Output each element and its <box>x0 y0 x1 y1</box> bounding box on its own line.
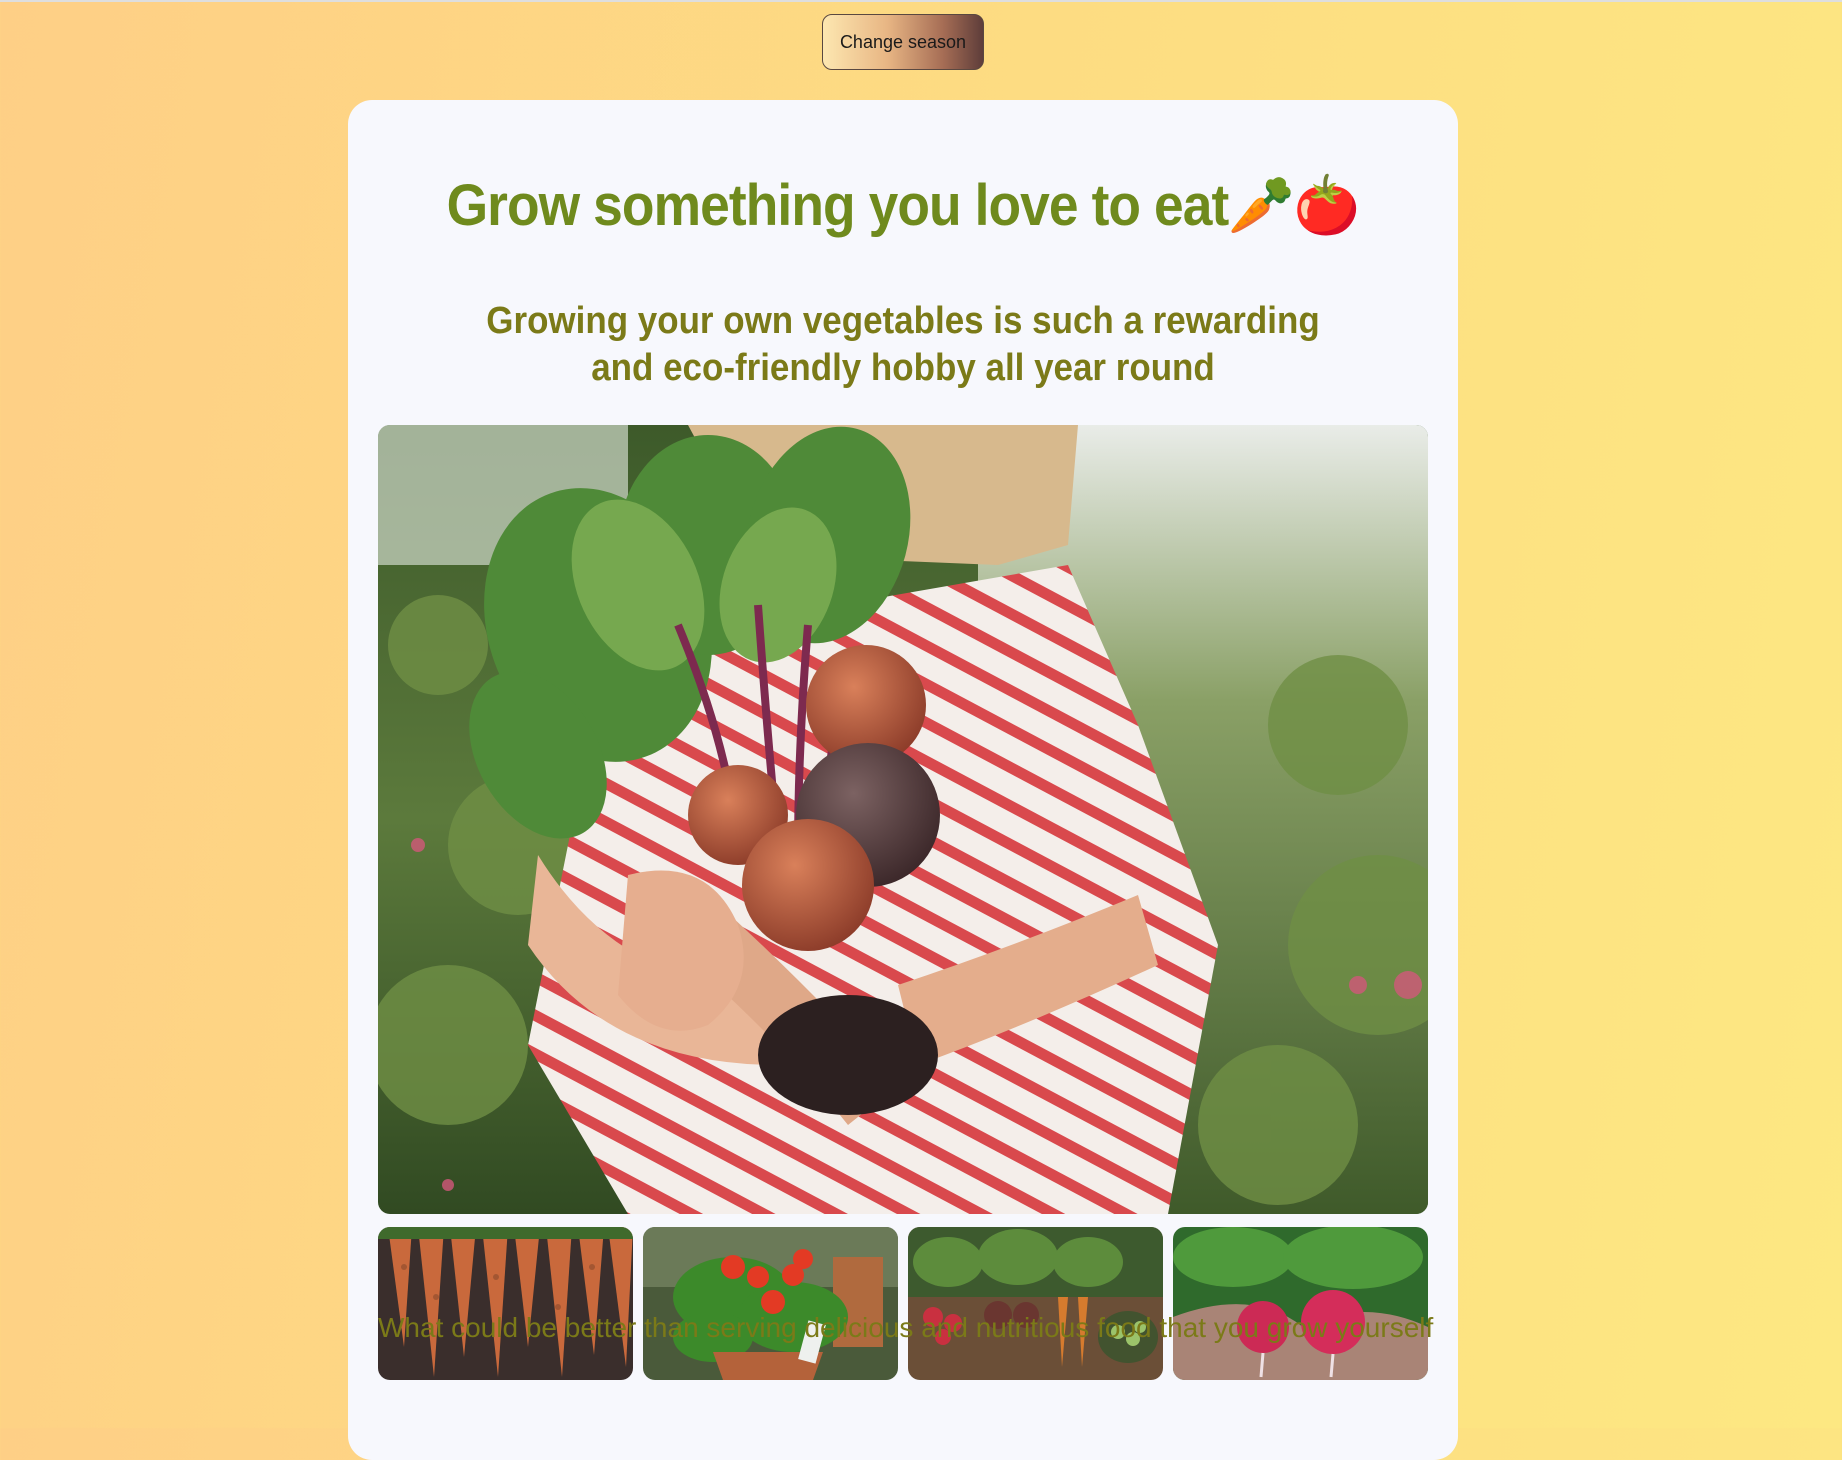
article-intro-text: What could be better than serving delici… <box>378 1312 1434 1343</box>
page-title: Grow something you love to eat🥕🍅 <box>446 173 1361 238</box>
page-subtitle: Growing your own vegetables is such a re… <box>486 300 1320 389</box>
top-border <box>0 0 1842 2</box>
thumbnail-radishes <box>1173 1227 1428 1380</box>
thumbnail-root-vegetables <box>908 1227 1163 1380</box>
change-season-button[interactable]: Change season <box>822 14 984 70</box>
thumbnail-tomato-plant <box>643 1227 898 1380</box>
hero-image <box>378 425 1428 1214</box>
thumbnail-carrots <box>378 1227 633 1380</box>
article-card: Grow something you love to eat🥕🍅 Growing… <box>348 100 1458 1460</box>
